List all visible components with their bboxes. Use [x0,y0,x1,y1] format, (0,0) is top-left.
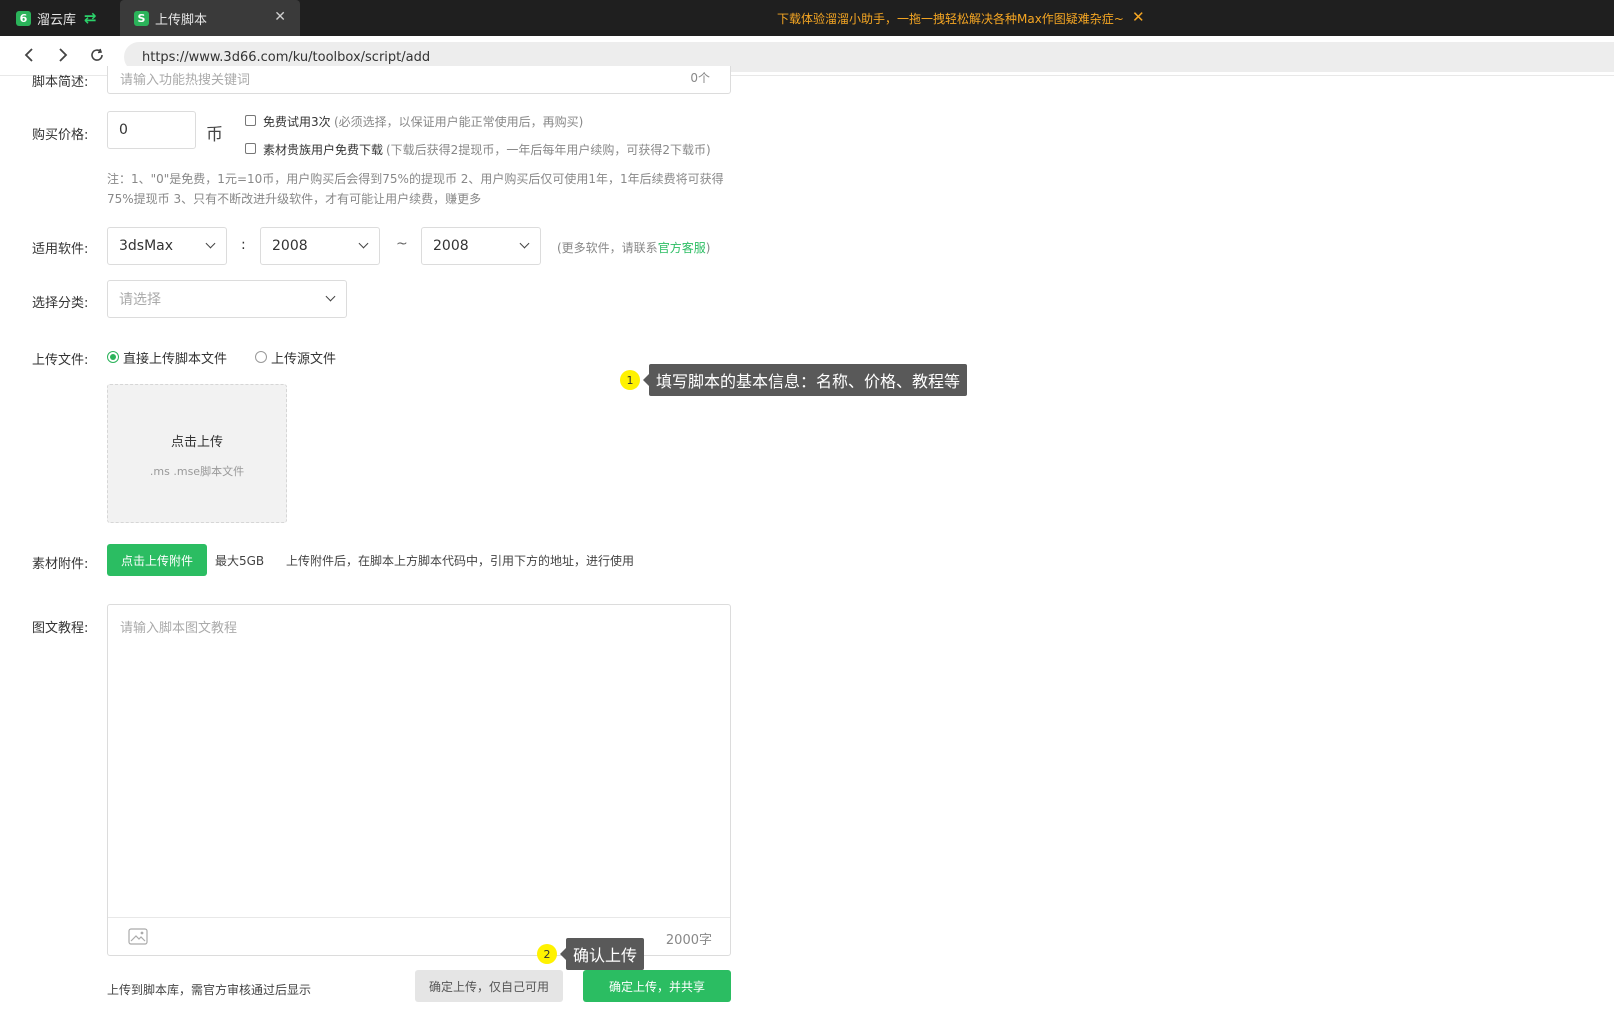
upload-private-button[interactable]: 确定上传，仅自己可用 [415,970,563,1002]
promo-banner[interactable]: 下载体验溜溜小助手，一拖一拽轻松解决各种Max作图疑难杂症~ [777,10,1124,27]
software-label: 适用软件: [32,242,89,257]
promo-close-icon[interactable]: ✕ [1132,8,1145,26]
desc-label: 脚本简述: [32,75,89,90]
category-placeholder: 请选择 [119,292,161,308]
attachment-label: 素材附件: [32,557,89,572]
upload-dropzone[interactable]: 点击上传 .ms .mse脚本文件 [107,384,287,523]
price-label: 购买价格: [32,128,89,143]
upload-attachment-button[interactable]: 点击上传附件 [107,544,207,576]
desc-row: 脚本简述: 请输入功能热搜关键词 0个 [0,66,1614,96]
version-from-select[interactable]: 2008 [260,227,380,265]
version-to-value: 2008 [433,238,469,254]
software-hint-prefix: (更多软件，请联系 [557,241,658,255]
upload-label: 上传文件: [32,353,89,368]
back-icon[interactable] [18,44,40,66]
url-text: https://www.3d66.com/ku/toolbox/script/a… [142,49,431,65]
software-value: 3dsMax [119,238,174,254]
price-note: 注：1、"0"是免费，1元=10币，用户购买后会得到75%的提现币 2、用户购买… [107,169,724,209]
software-select[interactable]: 3dsMax [107,227,227,265]
upload-box-title: 点击上传 [170,435,223,450]
software-sep1: : [241,237,246,253]
attachment-max: 最大5GB [215,554,265,568]
price-note-line2: 75%提现币 3、只有不断改进升级软件，才有可能让用户续费，赚更多 [107,192,482,206]
tutorial-limit: 2000字 [665,933,712,948]
price-unit: 币 [206,125,223,145]
image-icon[interactable] [128,928,148,949]
tab-upload-script-label: 上传脚本 [155,12,208,28]
chevron-down-icon [519,238,530,249]
upload-direct-label[interactable]: 直接上传脚本文件 [123,348,227,367]
vip-free-checkbox[interactable] [245,143,256,154]
upload-source-radio[interactable] [255,351,267,363]
close-icon[interactable]: ✕ [274,9,286,25]
tutorial-editor[interactable]: 请输入脚本图文教程 2000字 [107,604,731,956]
tab-upload-script[interactable]: S 上传脚本 ✕ [120,0,300,36]
version-from-value: 2008 [272,238,308,254]
version-to-select[interactable]: 2008 [421,227,541,265]
upload-box-hint: .ms .mse脚本文件 [149,465,245,478]
vip-free-label[interactable]: 素材贵族用户免费下载 [263,141,383,158]
software-hint-suffix: ) [705,241,711,255]
app-logo-icon: 6 [16,10,31,26]
vip-free-note: (下载后获得2提现币，一年后每年用户续购，可获得2下载币) [386,143,711,157]
callout-2-badge: 2 [537,944,557,964]
software-hint: (更多软件，请联系官方客服) [557,239,710,256]
price-value: 0 [119,122,128,138]
script-logo-icon: S [134,10,149,26]
chevron-down-icon [358,238,369,249]
price-input[interactable]: 0 [107,111,196,149]
callout-2-tip: 确认上传 [559,938,645,970]
attachment-hint: 上传附件后，在脚本上方脚本代码中，引用下方的地址，进行使用 [286,554,635,568]
tab-home[interactable]: 6 溜云库 ⇄ [0,0,120,36]
tutorial-placeholder: 请输入脚本图文教程 [120,621,238,636]
upload-direct-radio[interactable] [107,351,119,363]
desc-count: 0个 [690,71,710,85]
callout-1-badge: 1 [620,370,640,390]
upload-share-button[interactable]: 确定上传，并共享 [583,970,731,1002]
upload-source-label[interactable]: 上传源文件 [271,348,336,367]
callout-1-tip: 填写脚本的基本信息：名称、价格、教程等 [642,364,968,396]
chevron-down-icon [205,238,216,249]
chevron-down-icon [325,291,336,302]
desc-placeholder: 请输入功能热搜关键词 [120,73,251,88]
forward-icon[interactable] [52,44,74,66]
title-bar: 6 溜云库 ⇄ S 上传脚本 ✕ 下载体验溜溜小助手，一拖一拽轻松解决各种Max… [0,0,1614,36]
category-select[interactable]: 请选择 [107,280,347,318]
free-trial-checkbox[interactable] [245,115,256,126]
service-link[interactable]: 官方客服 [658,241,706,255]
free-trial-label[interactable]: 免费试用3次 [263,113,331,130]
review-notice: 上传到脚本库，需官方审核通过后显示 [107,983,312,997]
category-label: 选择分类: [32,296,89,311]
free-trial-note: (必须选择，以保证用户能正常使用后，再购买) [334,115,584,129]
tab-home-label: 溜云库 [37,12,77,28]
desc-input[interactable]: 请输入功能热搜关键词 0个 [107,66,731,94]
tutorial-label: 图文教程: [32,621,89,636]
swap-icon[interactable]: ⇄ [84,9,97,27]
software-sep2: ~ [396,236,408,252]
refresh-icon[interactable] [86,44,108,66]
price-note-line1: 注：1、"0"是免费，1元=10币，用户购买后会得到75%的提现币 2、用户购买… [107,172,724,186]
